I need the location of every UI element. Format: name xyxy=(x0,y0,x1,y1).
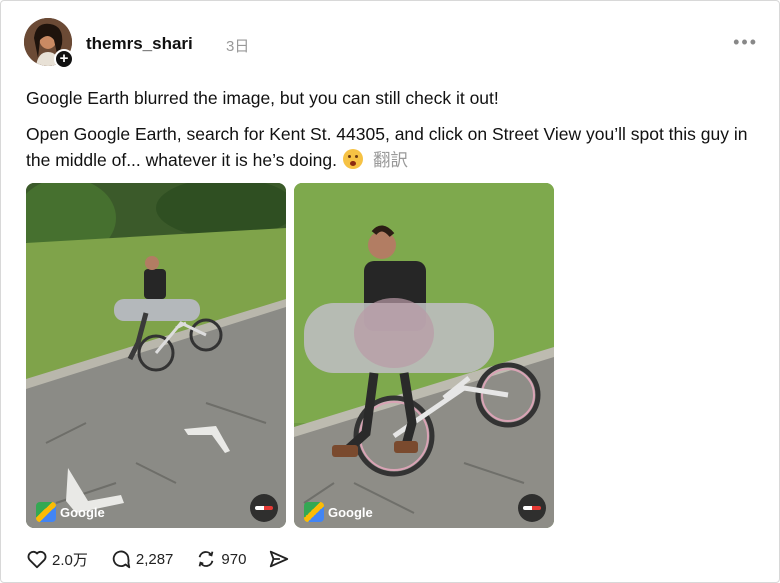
repost-icon xyxy=(199,551,214,567)
compass-icon[interactable] xyxy=(518,494,546,522)
post-header: + themrs_shari 3日 ••• xyxy=(24,18,764,69)
comment-icon xyxy=(112,550,131,569)
share-button[interactable] xyxy=(268,548,294,570)
street-view-image-1[interactable]: Google xyxy=(26,183,286,528)
translate-link[interactable]: 翻訳 xyxy=(373,150,408,170)
post-text-paragraph: Open Google Earth, search for Kent St. 4… xyxy=(26,121,756,173)
timestamp: 3日 xyxy=(226,38,250,55)
google-maps-icon xyxy=(36,502,56,522)
repost-count: 970 xyxy=(221,550,247,568)
street-scene-2 xyxy=(294,183,554,528)
google-watermark-2: Google xyxy=(304,502,373,522)
plus-icon[interactable]: + xyxy=(54,49,74,69)
like-button[interactable]: 2.0万 xyxy=(26,548,88,570)
share-icon xyxy=(270,550,289,568)
flushed-emoji-icon xyxy=(342,149,363,169)
street-view-image-2[interactable]: Google xyxy=(294,183,554,528)
compass-icon[interactable] xyxy=(250,494,278,522)
google-label-1: Google xyxy=(60,504,105,520)
street-scene-1 xyxy=(26,183,286,528)
action-bar: 2.0万 2,287 970 xyxy=(26,546,316,572)
like-count: 2.0万 xyxy=(52,551,88,569)
comment-button[interactable]: 2,287 xyxy=(110,548,174,570)
comment-count: 2,287 xyxy=(135,550,174,568)
more-icon[interactable]: ••• xyxy=(733,32,758,53)
repost-button[interactable]: 970 xyxy=(195,548,246,570)
google-watermark-1: Google xyxy=(36,502,105,522)
google-maps-icon xyxy=(304,502,324,522)
heart-icon xyxy=(27,550,47,569)
username[interactable]: themrs_shari xyxy=(86,34,193,54)
post-text-line1: Google Earth blurred the image, but you … xyxy=(26,88,499,108)
google-label-2: Google xyxy=(328,504,373,520)
